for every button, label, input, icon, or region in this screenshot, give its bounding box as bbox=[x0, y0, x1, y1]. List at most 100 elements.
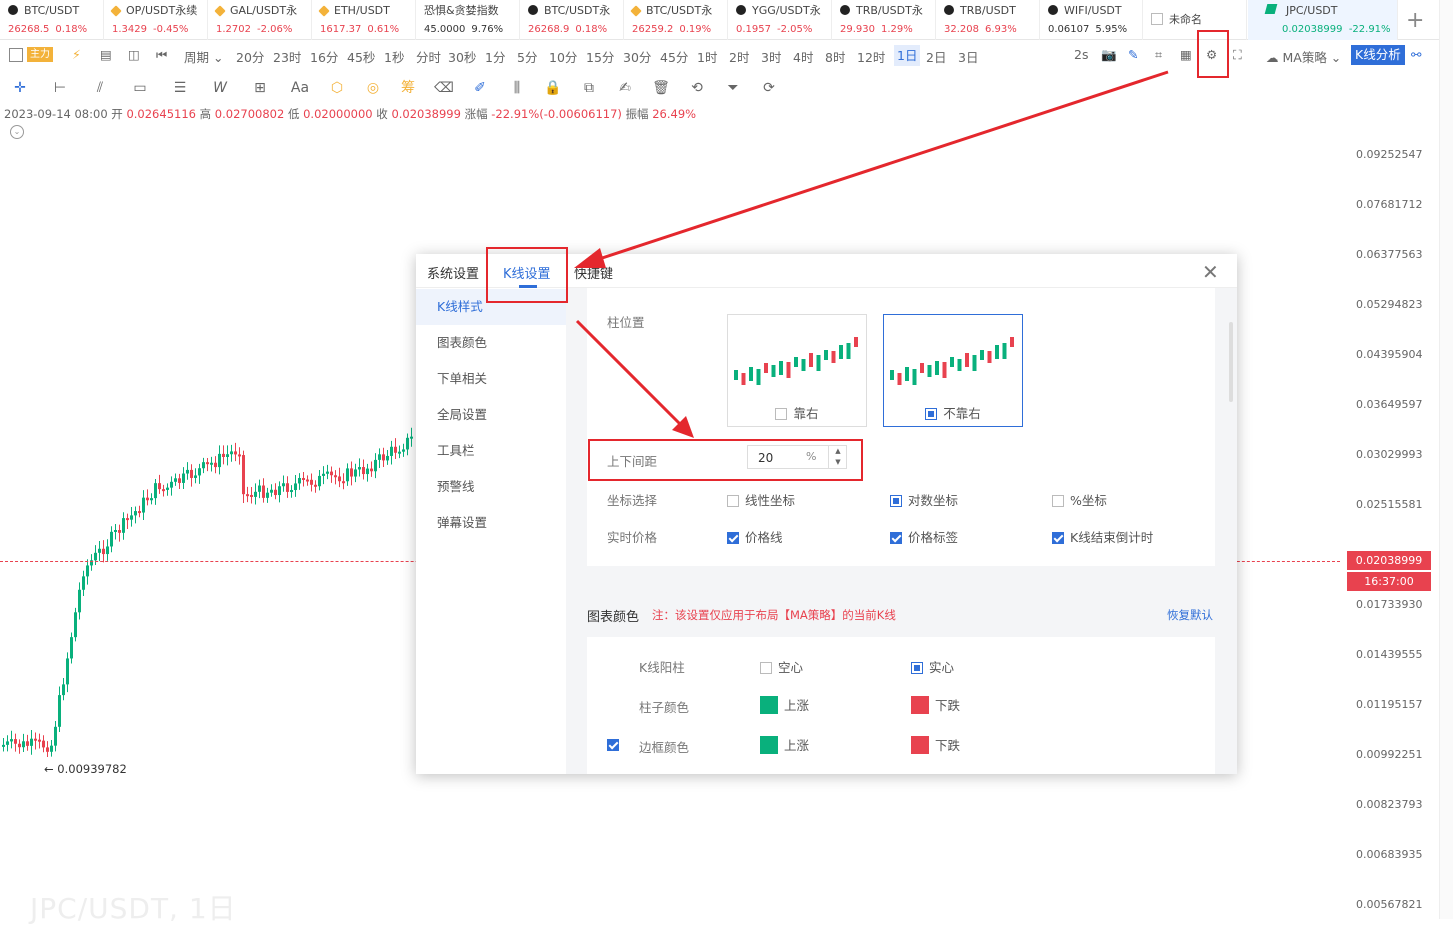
coin-icon[interactable]: ◎ bbox=[363, 78, 383, 98]
share-icon[interactable]: ⚯ bbox=[1411, 47, 1421, 62]
crop-icon[interactable]: ⌗ bbox=[1155, 47, 1162, 63]
interval-2[interactable]: 16分 bbox=[310, 47, 338, 66]
interval-17[interactable]: 8时 bbox=[825, 47, 845, 66]
note-icon[interactable]: ✍ bbox=[615, 78, 635, 98]
ticker-1[interactable]: OP/USDT永续 1.3429 -0.45% bbox=[104, 0, 208, 40]
ticker-6[interactable]: BTC/USDT永 26259.2 0.19% bbox=[624, 0, 728, 40]
layers-icon[interactable]: ▦ bbox=[1180, 47, 1192, 62]
checkbox-icon[interactable] bbox=[727, 495, 739, 507]
bar-pos-right-option[interactable]: 靠右 bbox=[727, 314, 867, 427]
checkbox-checked-icon[interactable] bbox=[607, 739, 619, 751]
interval-5[interactable]: 分时 bbox=[416, 47, 441, 66]
sidebar-item-alert-line[interactable]: 预警线 bbox=[416, 469, 566, 505]
measure-icon[interactable]: ⊞ bbox=[250, 78, 270, 98]
period-dropdown[interactable]: 周期 ⌄ bbox=[184, 47, 223, 66]
chart-type-icon[interactable] bbox=[9, 48, 23, 62]
interval-0[interactable]: 20分 bbox=[236, 47, 264, 66]
price-line-option[interactable]: 价格线 bbox=[727, 527, 783, 546]
interval-21[interactable]: 3日 bbox=[958, 47, 978, 66]
lock-icon[interactable]: 🔒 bbox=[543, 78, 563, 98]
sidebar-item-order[interactable]: 下单相关 bbox=[416, 361, 566, 397]
ticker-4[interactable]: 恐惧&贪婪指数 45.0000 9.76% bbox=[416, 0, 520, 40]
kline-analysis-button[interactable]: K线分析 bbox=[1351, 45, 1405, 65]
interval-15[interactable]: 3时 bbox=[761, 47, 781, 66]
checkbox-icon[interactable] bbox=[1151, 13, 1163, 25]
interval-8[interactable]: 5分 bbox=[517, 47, 537, 66]
sidebar-item-chart-color[interactable]: 图表颜色 bbox=[416, 325, 566, 361]
fib-icon[interactable]: ☰ bbox=[170, 78, 190, 98]
coord-linear-option[interactable]: 线性坐标 bbox=[727, 490, 795, 509]
coord-pct-option[interactable]: %坐标 bbox=[1052, 490, 1107, 509]
collapse-icon[interactable]: ⌄ bbox=[10, 125, 24, 139]
checkbox-checked-icon[interactable] bbox=[1052, 532, 1064, 544]
price-tag-option[interactable]: 价格标签 bbox=[890, 527, 958, 546]
bar-down-color[interactable]: 下跌 bbox=[911, 695, 960, 714]
eraser-icon[interactable]: ⌫ bbox=[434, 78, 454, 98]
interval-7[interactable]: 1分 bbox=[485, 47, 505, 66]
horizontal-line-icon[interactable]: ⊢ bbox=[50, 78, 70, 98]
ticker-5[interactable]: BTC/USDT永 26268.9 0.18% bbox=[520, 0, 624, 40]
interval-19[interactable]: 1日 bbox=[894, 45, 921, 66]
bar-up-color[interactable]: 上涨 bbox=[760, 695, 809, 714]
calendar-icon[interactable]: ▤ bbox=[100, 47, 112, 62]
interval-13[interactable]: 1时 bbox=[697, 47, 717, 66]
radio-icon[interactable] bbox=[890, 495, 902, 507]
checkbox-icon[interactable] bbox=[775, 408, 788, 420]
strategy-dropdown[interactable]: ☁ MA策略 ⌄ bbox=[1266, 47, 1341, 66]
ticker-7[interactable]: YGG/USDT永 0.1957 -2.05% bbox=[728, 0, 832, 40]
fullscreen-icon[interactable]: ⛶ bbox=[1233, 47, 1242, 63]
sidebar-item-global[interactable]: 全局设置 bbox=[416, 397, 566, 433]
interval-20[interactable]: 2日 bbox=[926, 47, 946, 66]
wave-icon[interactable]: W bbox=[210, 78, 230, 98]
chip-tool[interactable]: 筹 bbox=[398, 78, 418, 98]
rewind-icon[interactable]: ⏮ bbox=[156, 47, 167, 63]
tag-icon[interactable]: ⬡ bbox=[327, 78, 347, 98]
lightning-icon[interactable]: ⚡ bbox=[72, 47, 81, 62]
rectangle-icon[interactable]: ▭ bbox=[130, 78, 150, 98]
interval-16[interactable]: 4时 bbox=[793, 47, 813, 66]
up-color-swatch[interactable] bbox=[760, 736, 778, 754]
border-up-color[interactable]: 上涨 bbox=[760, 735, 809, 754]
magnet-icon[interactable]: ⟲ bbox=[687, 78, 707, 98]
sidebar-item-danmaku[interactable]: 弹幕设置 bbox=[416, 505, 566, 541]
interval-6[interactable]: 30秒 bbox=[448, 47, 476, 66]
copy-icon[interactable]: ⧉ bbox=[579, 78, 599, 98]
ticker-10[interactable]: WIFI/USDT 0.06107 5.95% bbox=[1040, 0, 1143, 40]
restore-default-link[interactable]: 恢复默认 bbox=[1167, 607, 1213, 623]
interval-18[interactable]: 12时 bbox=[857, 47, 885, 66]
parallel-line-icon[interactable]: ⫽ bbox=[90, 78, 110, 98]
interval-9[interactable]: 10分 bbox=[549, 47, 577, 66]
main-badge[interactable]: 主力 bbox=[27, 47, 53, 62]
refresh-interval[interactable]: 2s bbox=[1074, 47, 1088, 62]
down-color-swatch[interactable] bbox=[911, 736, 929, 754]
tab-system-settings[interactable]: 系统设置 bbox=[427, 263, 479, 282]
countdown-option[interactable]: K线结束倒计时 bbox=[1052, 527, 1153, 546]
crosshair-icon[interactable]: ✛ bbox=[10, 78, 30, 98]
add-tab-icon[interactable]: + bbox=[1406, 8, 1424, 33]
unnamed-layout[interactable]: 未命名 bbox=[1143, 0, 1247, 40]
active-ticker[interactable]: JPC/USDT 0.02038999 -22.91% bbox=[1248, 0, 1398, 40]
bar-pos-not-right-option[interactable]: 不靠右 bbox=[883, 314, 1023, 427]
radio-icon[interactable] bbox=[925, 408, 938, 420]
scrollbar[interactable] bbox=[1229, 322, 1233, 402]
checkbox-checked-icon[interactable] bbox=[727, 532, 739, 544]
sidebar-item-toolbar[interactable]: 工具栏 bbox=[416, 433, 566, 469]
candles-icon[interactable]: ⫼ bbox=[507, 78, 527, 98]
up-color-swatch[interactable] bbox=[760, 696, 778, 714]
radio-icon[interactable] bbox=[911, 662, 923, 674]
border-color-toggle[interactable] bbox=[607, 737, 625, 752]
brush-icon[interactable]: ✐ bbox=[470, 78, 490, 98]
ticker-0[interactable]: BTC/USDT 26268.5 0.18% bbox=[0, 0, 104, 40]
trash-icon[interactable]: 🗑 bbox=[651, 78, 671, 98]
pen-icon[interactable]: ✎ bbox=[1128, 47, 1138, 62]
ticker-2[interactable]: GAL/USDT永 1.2702 -2.06% bbox=[208, 0, 312, 40]
right-sidebar[interactable] bbox=[1439, 0, 1453, 919]
tab-shortcuts[interactable]: 快捷键 bbox=[574, 263, 613, 282]
checkbox-icon[interactable] bbox=[760, 662, 772, 674]
interval-4[interactable]: 1秒 bbox=[384, 47, 404, 66]
coord-log-option[interactable]: 对数坐标 bbox=[890, 490, 958, 509]
interval-11[interactable]: 30分 bbox=[623, 47, 651, 66]
interval-12[interactable]: 45分 bbox=[660, 47, 688, 66]
close-icon[interactable]: ✕ bbox=[1202, 260, 1219, 284]
interval-3[interactable]: 45秒 bbox=[347, 47, 375, 66]
